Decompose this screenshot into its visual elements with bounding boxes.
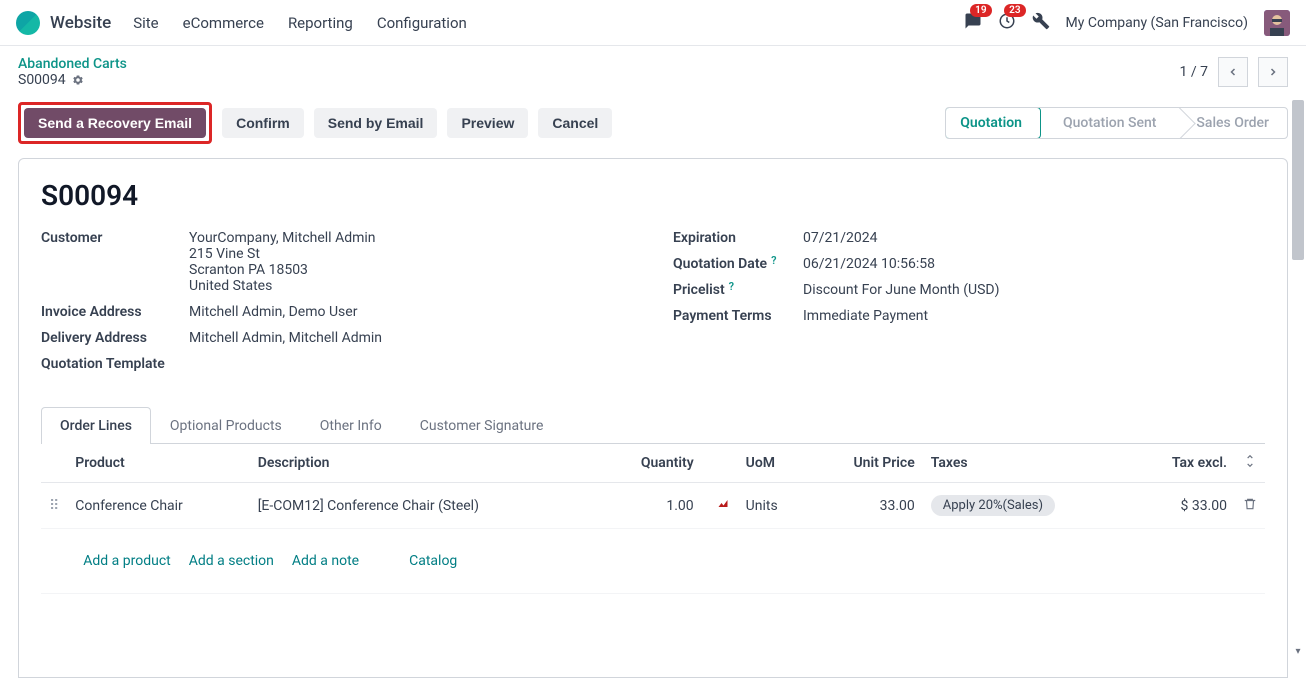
nav-reporting[interactable]: Reporting [288,14,353,32]
breadcrumb-current: S00094 [18,72,127,88]
columns-options-icon[interactable] [1243,456,1257,472]
label-terms: Payment Terms [673,308,803,324]
messages-badge: 19 [970,4,991,17]
label-pricelist: Pricelist? [673,282,803,298]
col-product[interactable]: Product [67,444,249,483]
drag-handle-icon[interactable]: ⠿ [41,483,67,529]
scroll-down-icon[interactable]: ▾ [1292,644,1304,658]
label-qdate: Quotation Date? [673,256,803,272]
cell-uom[interactable]: Units [738,483,809,529]
customer-addr2: Scranton PA 18503 [189,262,376,278]
pager-text[interactable]: 1 / 7 [1180,64,1208,80]
breadcrumb-row: Abandoned Carts S00094 1 / 7 [0,46,1306,94]
col-tax[interactable]: Taxes [923,444,1130,483]
label-expiration: Expiration [673,230,803,246]
label-invoice: Invoice Address [41,304,189,320]
tab-other[interactable]: Other Info [301,407,401,444]
tab-order-lines[interactable]: Order Lines [41,407,151,444]
document-title: S00094 [41,179,1265,212]
cancel-button[interactable]: Cancel [538,108,612,138]
add-product-link[interactable]: Add a product [83,553,170,569]
cell-price[interactable]: 33.00 [809,483,923,529]
col-uom[interactable]: UoM [738,444,809,483]
label-delivery: Delivery Address [41,330,189,346]
cell-excl: $ 33.00 [1130,483,1235,529]
col-excl[interactable]: Tax excl. [1130,444,1235,483]
delete-row-icon[interactable] [1243,499,1257,515]
user-avatar[interactable] [1264,10,1290,36]
add-note-link[interactable]: Add a note [292,553,359,569]
preview-button[interactable]: Preview [447,108,528,138]
status-bar: Quotation Quotation Sent Sales Order [945,107,1288,139]
customer-addr1: 215 Vine St [189,246,376,262]
form-card: S00094 Customer YourCompany, Mitchell Ad… [18,158,1288,678]
breadcrumb-parent[interactable]: Abandoned Carts [18,56,127,72]
col-desc[interactable]: Description [250,444,600,483]
gear-icon[interactable] [72,74,84,86]
cell-qty[interactable]: 1.00 [600,483,702,529]
value-terms[interactable]: Immediate Payment [803,308,928,324]
tab-optional[interactable]: Optional Products [151,407,301,444]
value-expiration[interactable]: 07/21/2024 [803,230,878,246]
pager-prev-button[interactable] [1218,57,1248,87]
status-sent[interactable]: Quotation Sent [1041,108,1174,138]
help-icon[interactable]: ? [729,280,734,293]
app-logo [16,11,40,35]
catalog-link[interactable]: Catalog [409,553,457,569]
activity-badge: 23 [1004,4,1025,17]
customer-addr3: United States [189,278,376,294]
add-section-link[interactable]: Add a section [189,553,274,569]
value-pricelist[interactable]: Discount For June Month (USD) [803,282,999,298]
status-quotation[interactable]: Quotation [945,107,1041,139]
value-delivery[interactable]: Mitchell Admin, Mitchell Admin [189,330,382,346]
cell-product[interactable]: Conference Chair [67,483,249,529]
send-email-button[interactable]: Send by Email [314,108,438,138]
value-customer[interactable]: YourCompany, Mitchell Admin 215 Vine St … [189,230,376,294]
tax-pill[interactable]: Apply 20%(Sales) [931,495,1055,516]
nav-configuration[interactable]: Configuration [377,14,467,32]
debug-icon[interactable] [1032,12,1050,34]
chevron-left-icon [1227,66,1239,78]
messages-icon[interactable]: 19 [964,12,982,34]
tab-signature[interactable]: Customer Signature [401,407,563,444]
activity-icon[interactable]: 23 [998,12,1016,34]
forecast-icon[interactable] [716,498,730,514]
order-lines-table: Product Description Quantity UoM Unit Pr… [41,444,1265,594]
help-icon[interactable]: ? [771,254,776,267]
col-qty[interactable]: Quantity [600,444,702,483]
customer-name: YourCompany, Mitchell Admin [189,230,376,246]
label-template: Quotation Template [41,356,189,372]
label-customer: Customer [41,230,189,246]
recovery-email-button[interactable]: Send a Recovery Email [24,108,206,138]
nav-ecommerce[interactable]: eCommerce [183,14,264,32]
chevron-right-icon [1267,66,1279,78]
scrollbar-thumb[interactable] [1292,100,1304,260]
table-row[interactable]: ⠿ Conference Chair [E-COM12] Conference … [41,483,1265,529]
pager-next-button[interactable] [1258,57,1288,87]
value-invoice[interactable]: Mitchell Admin, Demo User [189,304,357,320]
breadcrumb-current-text: S00094 [18,72,66,88]
col-price[interactable]: Unit Price [809,444,923,483]
value-qdate[interactable]: 06/21/2024 10:56:58 [803,256,935,272]
app-brand[interactable]: Website [50,13,111,33]
cell-desc[interactable]: [E-COM12] Conference Chair (Steel) [250,483,600,529]
status-order[interactable]: Sales Order [1174,108,1287,138]
confirm-button[interactable]: Confirm [222,108,304,138]
highlight-annotation: Send a Recovery Email [18,102,212,144]
company-selector[interactable]: My Company (San Francisco) [1066,15,1248,31]
nav-site[interactable]: Site [133,14,158,32]
top-nav: Website Site eCommerce Reporting Configu… [0,0,1306,46]
action-bar: Send a Recovery Email Confirm Send by Em… [0,94,1306,158]
tabs: Order Lines Optional Products Other Info… [41,406,1265,444]
